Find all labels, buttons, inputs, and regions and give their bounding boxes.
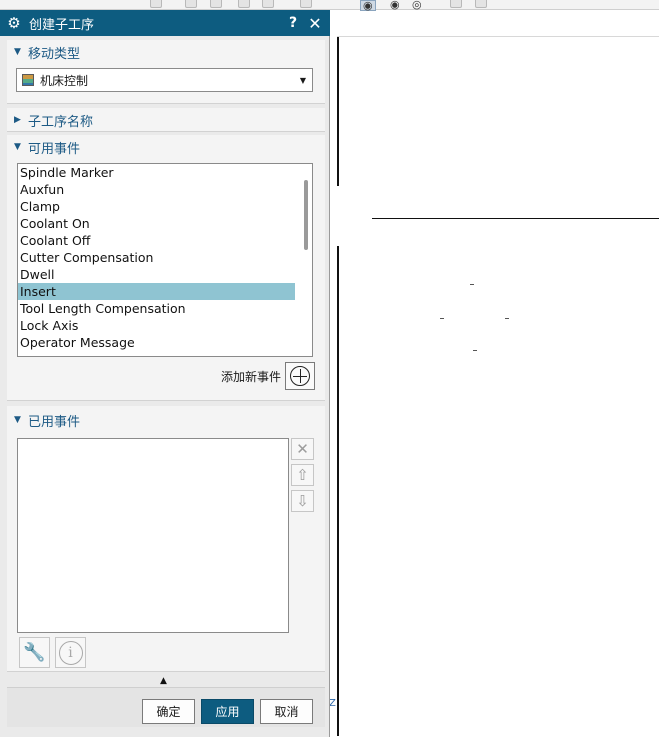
section-move-type: ▼ 移动类型 机床控制 ▼ [7,40,325,104]
move-up-button[interactable]: ⇧ [291,464,314,486]
toolbar-icon[interactable] [475,0,487,8]
toolbar-icon[interactable] [262,0,274,8]
list-item[interactable]: Coolant On [18,215,295,232]
show-eye-icon[interactable]: ◉ [360,0,376,11]
machine-control-icon [22,74,34,86]
vertical-scrollbar[interactable] [304,180,308,250]
eye-icon[interactable]: ◉ [390,0,400,10]
section-header-sub-op-name[interactable]: ▶ 子工序名称 [7,108,325,132]
edit-event-button[interactable]: 🔧 [19,637,50,668]
axis-label-z: Z [329,698,336,709]
add-event-label: 添加新事件 [220,369,281,384]
collapse-triangle-icon: ▼ [14,415,21,425]
section-header-available-events[interactable]: ▼ 可用事件 [7,135,325,159]
cancel-button[interactable]: 取消 [260,699,313,724]
section-used-events: ▼ 已用事件 ✕ ⇧ ⇩ 🔧 i [7,406,325,672]
section-available-events: ▼ 可用事件 Spindle Marker Auxfun Clamp Coola… [7,135,325,401]
expand-triangle-icon: ▶ [14,115,21,125]
list-item[interactable]: Coolant Off [18,232,295,249]
toolpath-dots [505,318,509,319]
geometry-edge [372,218,659,219]
move-type-select[interactable]: 机床控制 ▼ [16,68,313,92]
info-icon: i [58,640,83,665]
list-item[interactable]: Spindle Marker [18,164,295,181]
available-events-list[interactable]: Spindle Marker Auxfun Clamp Coolant On C… [17,163,313,357]
list-item[interactable]: Cutter Compensation [18,249,295,266]
toolbar-icon[interactable] [300,0,312,8]
geometry-edge [337,246,339,736]
close-button[interactable]: ✕ [304,14,326,33]
section-label: 子工序名称 [28,114,94,130]
help-button[interactable]: ? [282,15,304,31]
section-sub-op-name: ▶ 子工序名称 [7,108,325,132]
section-label: 移动类型 [28,46,81,62]
delete-event-button[interactable]: ✕ [291,438,314,460]
gear-icon: ⚙ [7,14,21,32]
list-item[interactable]: Lock Axis [18,317,295,334]
toolpath-dots [470,284,474,285]
list-item-selected[interactable]: Insert [18,283,295,300]
list-item[interactable]: Dwell [18,266,295,283]
dropdown-arrow-icon[interactable]: ▼ [294,76,312,85]
add-event-button[interactable] [285,362,315,390]
plus-circle-icon [290,366,310,386]
move-type-value: 机床控制 [40,73,89,88]
toolbar-icon[interactable] [210,0,222,8]
top-toolbar: ◉ ◉ ◎ [0,0,659,11]
info-button[interactable]: i [55,637,86,668]
geometry-edge [337,36,339,186]
collapse-arrow-icon[interactable]: ▲ [160,676,167,686]
create-sub-op-dialog: ⚙ 创建子工序 ? ✕ ▼ 移动类型 机床控制 ▼ ▶ 子工序名称 ▼ 可用事件… [0,10,330,737]
section-label: 可用事件 [28,141,81,157]
list-item[interactable]: Auxfun [18,181,295,198]
section-header-move-type[interactable]: ▼ 移动类型 [7,40,325,64]
list-item[interactable]: Tool Length Compensation [18,300,295,317]
list-item[interactable]: Clamp [18,198,295,215]
section-label: 已用事件 [28,414,81,430]
toolbar-icon[interactable] [185,0,197,8]
toolpath-dots [440,318,444,319]
toolbar-icon[interactable] [238,0,250,8]
collapse-triangle-icon: ▼ [14,47,21,57]
dialog-title: 创建子工序 [29,17,95,33]
add-event-row: 添加新事件 [221,362,315,390]
used-events-list[interactable] [17,438,289,633]
move-down-button[interactable]: ⇩ [291,490,314,512]
list-item[interactable]: Operator Message [18,334,295,351]
toolbar-icon[interactable] [150,0,162,8]
wrench-icon: 🔧 [23,642,46,663]
toolpath-dots [473,350,477,351]
apply-button[interactable]: 应用 [201,699,254,724]
hide-eye-icon[interactable]: ◎ [412,0,422,10]
toolbar-icon[interactable] [450,0,462,8]
section-header-used-events[interactable]: ▼ 已用事件 [7,406,325,434]
collapse-triangle-icon: ▼ [14,142,21,152]
geometry-edge [337,36,659,37]
ok-button[interactable]: 确定 [142,699,195,724]
dialog-footer: 确定 应用 取消 [7,687,325,727]
dialog-titlebar[interactable]: ⚙ 创建子工序 ? ✕ [0,10,330,36]
